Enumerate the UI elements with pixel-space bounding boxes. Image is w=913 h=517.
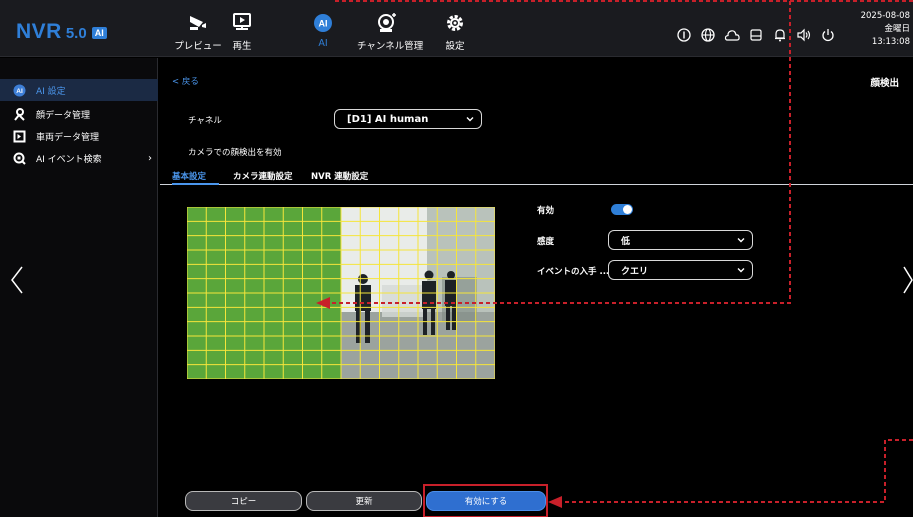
event-source-value: クエリ xyxy=(621,266,649,277)
vehicle-data-icon xyxy=(12,129,26,143)
toggle-knob xyxy=(623,205,632,214)
nav-settings-label: 設定 xyxy=(445,41,465,52)
sidebar-item-ai-event-search[interactable]: AI イベント検索 › xyxy=(0,147,158,169)
face-data-icon xyxy=(12,107,26,121)
sidebar-item-face-data[interactable]: 顔データ管理 xyxy=(0,103,158,125)
nav-playback[interactable]: 再生 xyxy=(212,12,272,52)
enable-label: 有効 xyxy=(537,206,555,216)
previous-arrow[interactable] xyxy=(10,265,24,299)
top-bar: NVR 5.0 AI プレビュー 再生 AI AI チャンネル管理 設定 202… xyxy=(0,0,913,57)
clock-weekday: 金曜日 xyxy=(884,24,910,34)
main-panel: < 戻る 顔検出 チャネル [D1] AI human カメラでの顔検出を有効 … xyxy=(160,58,913,517)
enable-camera-label: カメラでの顔検出を有効 xyxy=(188,148,282,158)
ai-badge: AI xyxy=(91,27,107,39)
clock-date: 2025-08-08 xyxy=(860,11,910,21)
nav-channel[interactable]: チャンネル管理 xyxy=(357,12,424,52)
sidebar-item-label: AI 設定 xyxy=(36,86,66,97)
chevron-down-icon xyxy=(736,264,746,279)
system-icons xyxy=(674,27,838,43)
camera-preview[interactable] xyxy=(187,207,495,379)
tab-nvr-link[interactable]: NVR 連動設定 xyxy=(311,170,368,182)
gear-icon xyxy=(425,12,485,34)
copy-button[interactable]: コピー xyxy=(185,491,302,511)
sensitivity-label: 感度 xyxy=(537,237,555,247)
clock: 2025-08-08 金曜日 13:13:08 xyxy=(861,10,910,49)
nav-settings[interactable]: 設定 xyxy=(425,12,485,52)
tab-basic-settings[interactable]: 基本設定 xyxy=(172,170,206,182)
enable-toggle[interactable] xyxy=(611,204,633,215)
nav-ai[interactable]: AI AI xyxy=(293,12,353,49)
playback-icon xyxy=(212,12,272,34)
ai-settings-icon: AI xyxy=(12,83,26,97)
sensitivity-select[interactable]: 低 xyxy=(608,230,753,250)
sidebar-item-label: 顔データ管理 xyxy=(36,110,91,121)
chevron-down-icon xyxy=(465,113,475,128)
app-version: 5.0 xyxy=(65,25,87,42)
svg-text:AI: AI xyxy=(319,19,328,29)
svg-text:AI: AI xyxy=(16,88,23,95)
chevron-right-icon: › xyxy=(148,152,152,164)
active-tab-indicator xyxy=(172,183,219,185)
clock-time: 13:13:08 xyxy=(871,37,910,47)
tab-bar: 基本設定 カメラ連動設定 NVR 連動設定 xyxy=(160,170,913,185)
chevron-down-icon xyxy=(736,234,746,249)
event-source-label: イベントの入手 ... xyxy=(537,267,610,277)
ai-icon: AI xyxy=(293,12,353,34)
refresh-button[interactable]: 更新 xyxy=(306,491,422,511)
ai-search-icon xyxy=(12,151,26,165)
tab-camera-link[interactable]: カメラ連動設定 xyxy=(233,170,293,182)
power-icon[interactable] xyxy=(818,27,838,43)
back-link[interactable]: < 戻る xyxy=(172,75,199,87)
channel-select[interactable]: [D1] AI human xyxy=(334,109,482,129)
sidebar-item-label: 車両データ管理 xyxy=(36,132,100,143)
page-title: 顔検出 xyxy=(870,78,899,89)
channel-value: [D1] AI human xyxy=(347,113,429,125)
event-source-select[interactable]: クエリ xyxy=(608,260,753,280)
nav-ai-label: AI xyxy=(318,38,328,49)
sidebar-item-ai-settings[interactable]: AI AI 設定 xyxy=(0,79,158,101)
enable-button[interactable]: 有効にする xyxy=(426,491,546,511)
speaker-icon[interactable] xyxy=(794,27,814,43)
channel-camera-icon xyxy=(357,12,417,34)
channel-label: チャネル xyxy=(188,116,222,126)
sidebar-item-vehicle-data[interactable]: 車両データ管理 xyxy=(0,125,158,147)
sidebar-item-label: AI イベント検索 xyxy=(36,154,102,165)
bell-icon[interactable] xyxy=(770,27,790,43)
nav-playback-label: 再生 xyxy=(232,41,252,52)
app-logo: NVR 5.0 AI xyxy=(16,20,107,44)
storage-icon[interactable] xyxy=(746,27,766,43)
info-icon[interactable] xyxy=(674,27,694,43)
globe-icon[interactable] xyxy=(698,27,718,43)
app-name: NVR xyxy=(16,20,62,43)
cloud-icon[interactable] xyxy=(722,27,742,43)
nav-channel-label: チャンネル管理 xyxy=(357,41,424,52)
sensitivity-value: 低 xyxy=(621,236,631,247)
